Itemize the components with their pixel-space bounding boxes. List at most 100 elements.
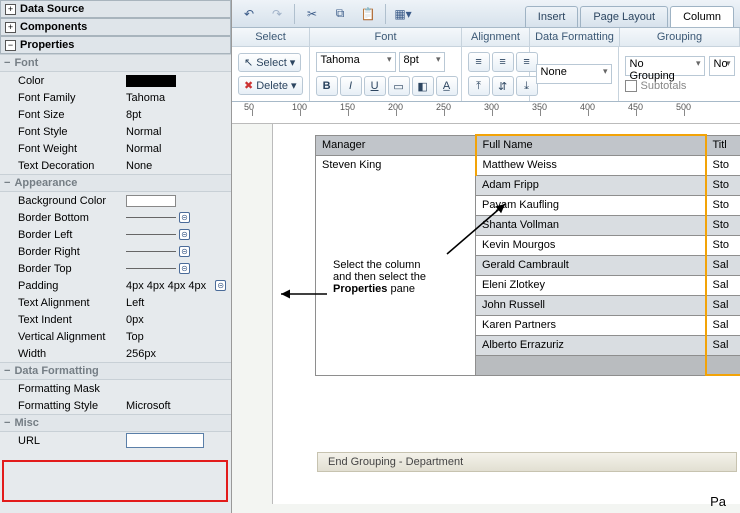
prop-size-value[interactable]: 8pt [126, 109, 231, 121]
panel-data-source[interactable]: + Data Source [0, 0, 231, 18]
prop-width-value[interactable]: 256px [126, 348, 231, 360]
cell-fullname[interactable]: Alberto Errazuriz [476, 335, 706, 355]
cell-fullname[interactable]: John Russell [476, 295, 706, 315]
col-manager[interactable]: Manager [316, 135, 476, 155]
prop-weight-value[interactable]: Normal [126, 143, 231, 155]
valign-top-icon[interactable]: ⤒ [468, 76, 490, 96]
cell-fullname[interactable]: Karen Partners [476, 315, 706, 335]
grouping-select-2[interactable]: No [709, 56, 735, 76]
panel-label: Data Source [20, 3, 84, 15]
font-color-icon[interactable]: A̲ [436, 76, 458, 96]
cell-title[interactable]: Sto [706, 155, 740, 175]
cell-title[interactable]: Sal [706, 295, 740, 315]
ribbon-group-font: Font [310, 28, 462, 46]
cell-fullname[interactable]: Matthew Weiss [476, 155, 706, 175]
cell-fullname[interactable]: Shanta Vollman [476, 215, 706, 235]
tab-column[interactable]: Column [670, 6, 734, 27]
section-font[interactable]: − Font [0, 54, 231, 72]
bg-swatch[interactable] [126, 195, 176, 207]
prop-color-label: Color [18, 75, 126, 87]
collapse-icon[interactable]: − [4, 177, 10, 189]
copy-icon[interactable]: ⧉ [329, 3, 351, 25]
color-swatch[interactable] [126, 75, 176, 87]
collapse-icon[interactable]: − [5, 40, 16, 51]
fill-icon[interactable]: ◧ [412, 76, 434, 96]
cell-title[interactable]: Sto [706, 195, 740, 215]
font-size-select[interactable]: 8pt [399, 52, 445, 72]
clear-icon[interactable]: ⊝ [179, 229, 190, 240]
canvas[interactable]: Manager Full Name Titl Steven KingMatthe… [272, 124, 740, 504]
italic-icon[interactable]: I [340, 76, 362, 96]
border-icon[interactable]: ▭ [388, 76, 410, 96]
cell-title[interactable]: Sto [706, 175, 740, 195]
underline-icon[interactable]: U [364, 76, 386, 96]
redo-icon[interactable]: ↷ [266, 3, 288, 25]
undo-icon[interactable]: ↶ [238, 3, 260, 25]
section-misc[interactable]: − Misc [0, 414, 231, 432]
col-title[interactable]: Titl [706, 135, 740, 155]
clear-icon[interactable]: ⊝ [179, 263, 190, 274]
align-left-icon[interactable]: ≡ [468, 52, 490, 72]
expand-icon[interactable]: + [5, 4, 16, 15]
prop-fstyle-value[interactable]: Microsoft [126, 400, 231, 412]
prop-deco-value[interactable]: None [126, 160, 231, 172]
paste-icon[interactable]: 📋 [357, 3, 379, 25]
clear-icon[interactable]: ⊝ [179, 246, 190, 257]
panel-label: Properties [20, 39, 74, 51]
cut-icon[interactable]: ✂ [301, 3, 323, 25]
expand-icon[interactable]: + [5, 22, 16, 33]
border-preview [126, 217, 176, 218]
cell-fullname[interactable]: Payam Kaufling [476, 195, 706, 215]
select-button[interactable]: ↖Select ▾ [238, 53, 301, 72]
prop-valign-value[interactable]: Top [126, 331, 231, 343]
section-data-formatting[interactable]: − Data Formatting [0, 362, 231, 380]
prop-border-right-label: Border Right [18, 246, 126, 258]
align-center-icon[interactable]: ≡ [492, 52, 514, 72]
grouping-select[interactable]: No Grouping [625, 56, 705, 76]
valign-middle-icon[interactable]: ⇵ [492, 76, 514, 96]
cell-title[interactable]: Sto [706, 215, 740, 235]
collapse-icon[interactable]: − [4, 57, 10, 69]
prop-bg-label: Background Color [18, 195, 126, 207]
section-appearance[interactable]: − Appearance [0, 174, 231, 192]
prop-indent-label: Text Indent [18, 314, 126, 326]
cell-title[interactable]: Sal [706, 335, 740, 355]
cell-fullname[interactable]: Eleni Zlotkey [476, 275, 706, 295]
data-format-select[interactable]: None [536, 64, 612, 84]
data-grid[interactable]: Manager Full Name Titl Steven KingMatthe… [315, 134, 740, 376]
panel-properties[interactable]: − Properties [0, 36, 231, 54]
col-fullname[interactable]: Full Name [476, 135, 706, 155]
prop-weight-label: Font Weight [18, 143, 126, 155]
font-family-select[interactable]: Tahoma [316, 52, 396, 72]
cell-title[interactable]: Sto [706, 235, 740, 255]
cell-fullname[interactable]: Gerald Cambrault [476, 255, 706, 275]
cell-fullname[interactable]: Adam Fripp [476, 175, 706, 195]
prop-family-value[interactable]: Tahoma [126, 92, 231, 104]
cell-fullname[interactable]: Kevin Mourgos [476, 235, 706, 255]
collapse-icon[interactable]: − [4, 417, 10, 429]
panel-components[interactable]: + Components [0, 18, 231, 36]
ribbon-group-select: Select [232, 28, 310, 46]
bold-icon[interactable]: B [316, 76, 338, 96]
url-input[interactable] [126, 433, 204, 448]
tab-insert[interactable]: Insert [525, 6, 579, 27]
table-row[interactable]: Steven KingMatthew WeissSto [316, 155, 740, 175]
insert-component-icon[interactable]: ▦▾ [392, 3, 414, 25]
cell-title[interactable]: Sal [706, 315, 740, 335]
prop-padding-value[interactable]: 4px 4px 4px 4px [126, 280, 206, 292]
clear-icon[interactable]: ⊝ [215, 280, 226, 291]
prop-style-label: Font Style [18, 126, 126, 138]
prop-indent-value[interactable]: 0px [126, 314, 231, 326]
clear-icon[interactable]: ⊝ [179, 212, 190, 223]
end-grouping-bar[interactable]: End Grouping - Department [317, 452, 737, 472]
collapse-icon[interactable]: − [4, 365, 10, 377]
border-preview [126, 251, 176, 252]
prop-mask-label: Formatting Mask [18, 383, 126, 395]
tab-page-layout[interactable]: Page Layout [580, 6, 668, 27]
prop-fstyle-label: Formatting Style [18, 400, 126, 412]
cell-title[interactable]: Sal [706, 255, 740, 275]
prop-style-value[interactable]: Normal [126, 126, 231, 138]
cell-title[interactable]: Sal [706, 275, 740, 295]
prop-textalign-value[interactable]: Left [126, 297, 231, 309]
delete-button[interactable]: ✖Delete ▾ [238, 76, 303, 95]
